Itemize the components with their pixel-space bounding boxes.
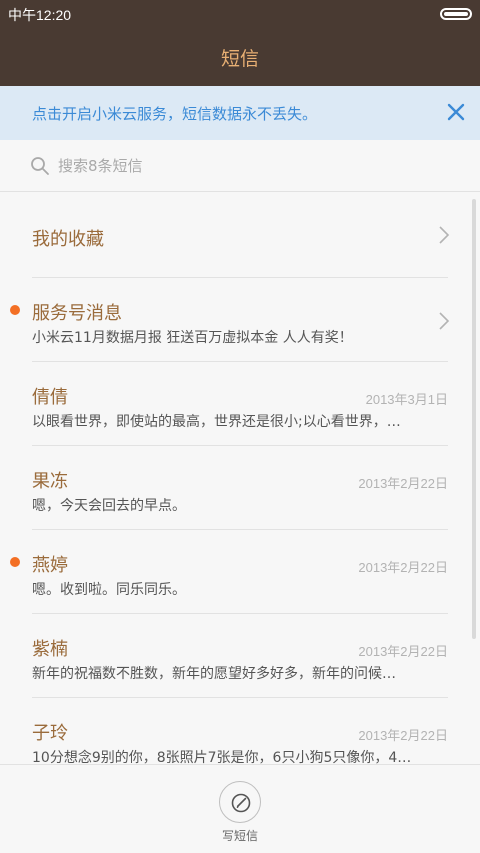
contact-name: 子玲: [32, 723, 68, 744]
divider: [32, 361, 448, 362]
conversation-row[interactable]: 子玲 2013年2月22日 10分想念9别的你，8张照片7张是你，6只小狗5只像…: [0, 697, 480, 764]
message-date: 2013年2月22日: [358, 644, 448, 659]
message-snippet: 10分想念9别的你，8张照片7张是你，6只小狗5只像你，4…: [32, 750, 412, 764]
conversation-row[interactable]: 果冻 2013年2月22日 嗯，今天会回去的早点。: [0, 445, 480, 529]
search-icon: [31, 157, 49, 175]
favorites-row[interactable]: 我的收藏: [0, 193, 480, 277]
status-bar: 中午12:20: [0, 0, 480, 28]
message-date: 2013年2月22日: [358, 728, 448, 743]
contact-name: 果冻: [32, 471, 68, 492]
status-time: 中午12:20: [8, 7, 72, 23]
message-date: 2013年2月22日: [358, 560, 448, 575]
unread-dot: [10, 305, 20, 315]
message-date: 2013年2月22日: [358, 476, 448, 491]
favorites-label: 我的收藏: [32, 229, 104, 250]
message-snippet: 新年的祝福数不胜数，新年的愿望好多好多，新年的问候…: [32, 666, 396, 682]
message-snippet: 小米云11月数据月报 狂送百万虚拟本金 人人有奖！: [32, 330, 353, 346]
compose-button[interactable]: [219, 781, 261, 823]
conversation-list[interactable]: 我的收藏 服务号消息 小米云11月数据月报 狂送百万虚拟本金 人人有奖！ 倩倩 …: [0, 193, 480, 764]
contact-name: 紫楠: [32, 639, 68, 660]
chevron-right-icon: [439, 312, 450, 330]
divider: [32, 277, 448, 278]
compose-icon: [231, 793, 251, 813]
conversation-row[interactable]: 服务号消息 小米云11月数据月报 狂送百万虚拟本金 人人有奖！: [0, 277, 480, 361]
message-snippet: 嗯。收到啦。同乐同乐。: [32, 582, 186, 598]
chevron-right-icon: [439, 226, 450, 244]
divider: [32, 613, 448, 614]
cloud-banner[interactable]: 点击开启小米云服务，短信数据永不丢失。: [0, 86, 480, 140]
contact-name: 倩倩: [32, 387, 68, 408]
conversation-row[interactable]: 倩倩 2013年3月1日 以眼看世界，即使站的最高，世界还是很小;以心看世界，…: [0, 361, 480, 445]
contact-name: 服务号消息: [32, 303, 122, 324]
banner-text[interactable]: 点击开启小米云服务，短信数据永不丢失。: [32, 103, 317, 124]
divider: [32, 697, 448, 698]
message-snippet: 嗯，今天会回去的早点。: [32, 498, 186, 514]
unread-dot: [10, 557, 20, 567]
page-title: 短信: [220, 48, 259, 70]
close-icon[interactable]: [444, 100, 468, 124]
search-bar: [0, 140, 480, 192]
divider: [32, 445, 448, 446]
message-date: 2013年3月1日: [365, 392, 448, 407]
message-snippet: 以眼看世界，即使站的最高，世界还是很小;以心看世界，…: [32, 414, 401, 430]
battery-icon: [440, 8, 472, 20]
compose-label[interactable]: 写短信: [0, 827, 480, 844]
search-input[interactable]: [58, 152, 438, 180]
scrollbar[interactable]: [472, 199, 476, 639]
divider: [32, 529, 448, 530]
conversation-row[interactable]: 燕婷 2013年2月22日 嗯。收到啦。同乐同乐。: [0, 529, 480, 613]
title-bar: 短信: [0, 28, 480, 86]
conversation-row[interactable]: 紫楠 2013年2月22日 新年的祝福数不胜数，新年的愿望好多好多，新年的问候…: [0, 613, 480, 697]
bottom-bar: 写短信: [0, 764, 480, 853]
contact-name: 燕婷: [32, 555, 68, 576]
